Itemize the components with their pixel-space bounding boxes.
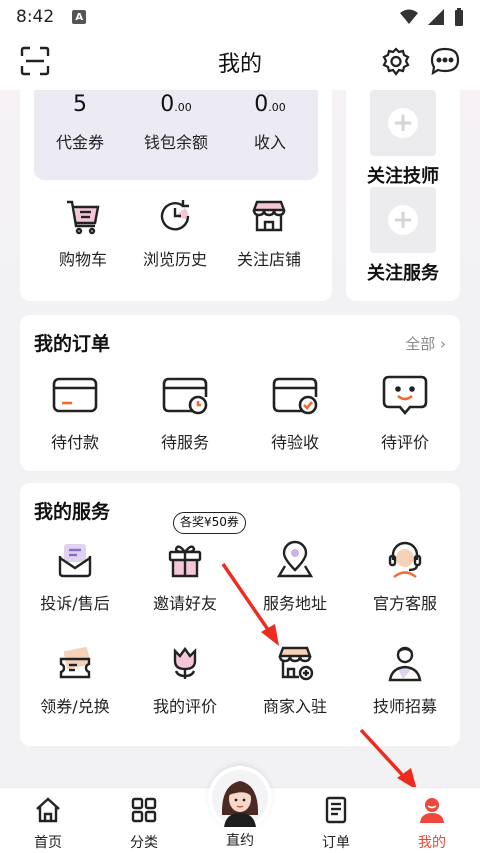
wallet-item-income[interactable]: 0.00 收入 xyxy=(224,92,316,153)
orders-card: 我的订单 全部 › 待付款 待服务 待验收 待评价 xyxy=(20,315,460,471)
service-complaint[interactable]: 投诉/售后 xyxy=(25,540,125,614)
wallet-label: 代金券 xyxy=(55,133,104,152)
chat-bubble-icon[interactable] xyxy=(430,46,460,80)
mail-icon xyxy=(58,544,92,578)
status-time: 8:42 xyxy=(16,7,55,27)
plus-icon: + xyxy=(388,108,418,138)
quick-link-label: 购物车 xyxy=(58,250,107,269)
account-summary-card: 5 代金券 0.00 钱包余额 0.00 收入 购物车 浏览历史 关注店铺 xyxy=(20,90,332,301)
gear-icon[interactable] xyxy=(380,46,412,82)
scan-icon[interactable] xyxy=(20,46,50,80)
order-status-pending-acceptance[interactable]: 待验收 xyxy=(250,373,340,453)
bottom-nav: 首页 分类 直约 订单 我的 xyxy=(0,766,480,853)
grid-icon xyxy=(131,797,157,823)
wallet-item-coupons[interactable]: 5 代金券 xyxy=(34,92,126,153)
order-status-label: 待验收 xyxy=(270,433,319,452)
tulip-icon xyxy=(173,646,197,679)
home-icon xyxy=(36,797,60,823)
wallet-label: 收入 xyxy=(253,133,286,152)
order-status-label: 待服务 xyxy=(160,433,209,452)
coupon-icon xyxy=(59,647,91,679)
order-status-pending-service[interactable]: 待服务 xyxy=(140,373,230,453)
plus-box: + xyxy=(370,187,436,253)
gift-icon xyxy=(168,545,202,578)
status-bar: 8:42 A xyxy=(0,0,480,34)
follow-card: + 关注技师 + 关注服务 xyxy=(346,90,460,301)
service-label: 我的评价 xyxy=(152,697,217,716)
order-status-pending-review[interactable]: 待评价 xyxy=(360,373,450,453)
headset-icon xyxy=(388,541,422,578)
follow-label: 关注技师 xyxy=(367,166,439,187)
wallet-value: 5 xyxy=(73,92,87,117)
service-merchant-join[interactable]: 商家入驻 xyxy=(245,643,345,717)
service-label: 技师招募 xyxy=(372,697,437,716)
plus-box: + xyxy=(370,90,436,156)
service-label: 投诉/售后 xyxy=(40,594,110,613)
follow-service[interactable]: + 关注服务 xyxy=(360,187,446,285)
wallet-item-balance[interactable]: 0.00 钱包余额 xyxy=(130,92,222,153)
cart-icon xyxy=(67,200,100,235)
plus-icon: + xyxy=(388,205,418,235)
top-bar: 我的 xyxy=(0,34,480,90)
technician-icon xyxy=(388,646,422,682)
nav-profile[interactable]: 我的 xyxy=(397,796,467,852)
battery-icon xyxy=(455,8,463,26)
nav-label: 首页 xyxy=(34,835,62,851)
all-label: 全部 xyxy=(405,335,436,353)
order-list-icon xyxy=(325,796,347,824)
nav-label: 订单 xyxy=(322,835,350,851)
order-status-label: 待付款 xyxy=(50,433,99,452)
wallet-value: 0.00 xyxy=(160,92,192,117)
nav-orders[interactable]: 订单 xyxy=(301,796,371,852)
chevron-right-icon: › xyxy=(440,335,446,353)
nav-home[interactable]: 首页 xyxy=(13,796,83,852)
signal-icon xyxy=(428,9,444,25)
service-label: 商家入驻 xyxy=(262,697,327,716)
annotation-arrow-merchant xyxy=(221,563,279,646)
quick-link-label: 浏览历史 xyxy=(142,250,207,269)
content-area[interactable]: 5 代金券 0.00 钱包余额 0.00 收入 购物车 浏览历史 关注店铺 + … xyxy=(0,90,480,787)
wifi-icon xyxy=(400,9,418,24)
wallet-label: 钱包余额 xyxy=(143,133,208,152)
profile-icon xyxy=(420,798,444,823)
quick-link-history[interactable]: 浏览历史 xyxy=(130,196,220,270)
orders-title: 我的订单 xyxy=(34,333,111,355)
follow-technician[interactable]: + 关注技师 xyxy=(360,90,446,188)
follow-label: 关注服务 xyxy=(367,263,439,284)
bonus-badge: 各奖¥50券 xyxy=(173,512,246,534)
nav-direct-booking-avatar[interactable] xyxy=(208,766,272,830)
service-customer-support[interactable]: 官方客服 xyxy=(355,540,455,614)
history-icon xyxy=(160,200,190,231)
quick-link-label: 关注店铺 xyxy=(236,250,301,269)
quick-link-cart[interactable]: 购物车 xyxy=(38,196,128,270)
order-status-label: 待评价 xyxy=(380,433,429,452)
clock-card-icon xyxy=(162,377,208,415)
orders-all-link[interactable]: 全部 › xyxy=(405,333,446,354)
nav-label: 直约 xyxy=(226,833,254,849)
notification-badge-icon: A xyxy=(72,10,87,24)
status-icons xyxy=(400,8,464,26)
nav-direct-booking[interactable]: 直约 xyxy=(205,830,275,850)
service-coupon-redeem[interactable]: 领券/兑换 xyxy=(25,643,125,717)
nav-label: 分类 xyxy=(130,835,158,851)
service-label: 官方客服 xyxy=(372,594,437,613)
service-label: 领券/兑换 xyxy=(40,697,110,716)
nav-category[interactable]: 分类 xyxy=(109,796,179,852)
wallet-panel: 5 代金券 0.00 钱包余额 0.00 收入 xyxy=(34,90,318,180)
service-my-reviews[interactable]: 我的评价 xyxy=(135,643,235,717)
nav-label: 我的 xyxy=(418,835,446,851)
annotation-arrow-profile xyxy=(359,728,417,787)
wallet-value: 0.00 xyxy=(254,92,286,117)
page-title: 我的 xyxy=(217,52,262,77)
avatar-icon xyxy=(212,770,268,827)
service-technician-recruit[interactable]: 技师招募 xyxy=(355,643,455,717)
store-icon xyxy=(252,200,286,232)
quick-link-stores[interactable]: 关注店铺 xyxy=(224,196,314,270)
services-title: 我的服务 xyxy=(34,501,111,523)
smile-bubble-icon xyxy=(382,375,428,416)
wallet-card-icon xyxy=(52,377,98,413)
check-card-icon xyxy=(272,377,318,415)
order-status-unpaid[interactable]: 待付款 xyxy=(30,373,120,453)
